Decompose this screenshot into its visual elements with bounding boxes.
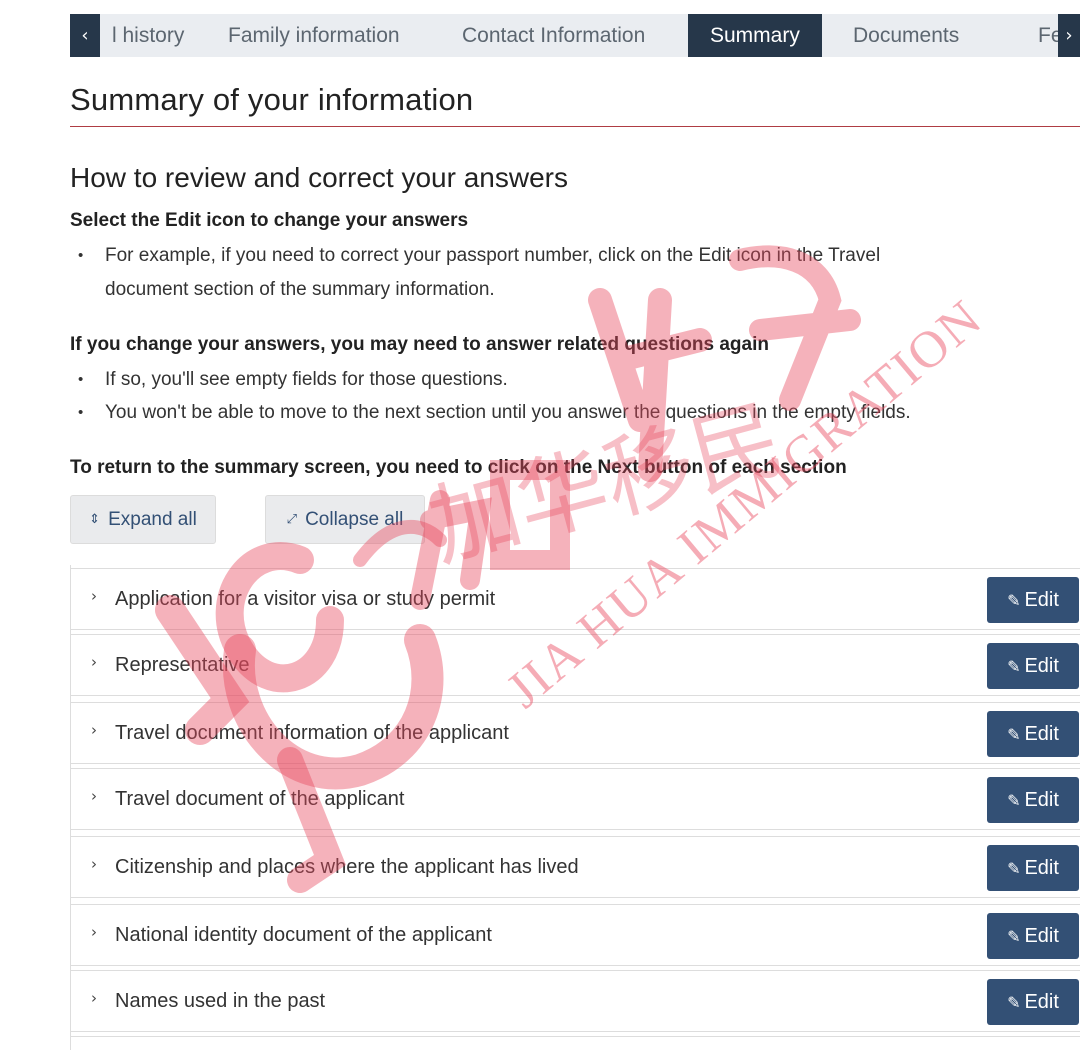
chevron-right-icon: › <box>91 787 97 805</box>
section-row-names-used[interactable]: › Names used in the past ✎ Edit <box>71 970 1080 1032</box>
tab-family-information[interactable]: Family information <box>228 14 400 57</box>
edit-label: Edit <box>1024 788 1059 811</box>
edit-label: Edit <box>1024 722 1059 745</box>
edit-button[interactable]: ✎ Edit <box>987 643 1079 689</box>
collapse-arrows-icon: ⤢ <box>286 512 298 527</box>
chevron-right-icon: › <box>91 989 97 1007</box>
section-label[interactable]: National identity document of the applic… <box>115 905 492 965</box>
section-row-travel-document-information[interactable]: › Travel document information of the app… <box>71 702 1080 764</box>
tab-personal-history[interactable]: l history <box>112 14 184 57</box>
bullet-text: For example, if you need to correct your… <box>105 245 881 266</box>
section-label[interactable]: Travel document of the applicant <box>115 769 404 829</box>
expand-all-button[interactable]: ⇕ Expand all <box>70 495 216 544</box>
section-row-travel-document[interactable]: › Travel document of the applicant ✎ Edit <box>71 768 1080 830</box>
expand-arrows-icon: ⇕ <box>89 512 101 527</box>
edit-label: Edit <box>1024 990 1059 1013</box>
section-label[interactable]: Representative <box>115 635 250 695</box>
pencil-icon: ✎ <box>1007 926 1021 946</box>
tab-summary[interactable]: Summary <box>688 14 822 57</box>
section-label[interactable]: Travel document information of the appli… <box>115 703 509 763</box>
bullet-icon: • <box>78 371 84 388</box>
collapse-all-button[interactable]: ⤢ Collapse all <box>265 495 425 544</box>
section-label[interactable]: Application for a visitor visa or study … <box>115 569 495 629</box>
edit-button[interactable]: ✎ Edit <box>987 979 1079 1025</box>
edit-button[interactable]: ✎ Edit <box>987 711 1079 757</box>
chevron-left-icon: ‹ <box>81 25 89 46</box>
chevron-right-icon: › <box>91 721 97 739</box>
section-tab-bar: ‹ l history Family information Contact I… <box>70 14 1080 57</box>
collapse-all-label: Collapse all <box>305 508 404 530</box>
pencil-icon: ✎ <box>1007 656 1021 676</box>
chevron-right-icon: › <box>91 923 97 941</box>
edit-label: Edit <box>1024 856 1059 879</box>
title-divider <box>70 126 1080 127</box>
chevron-right-icon: › <box>91 855 97 873</box>
section-row-national-identity[interactable]: › National identity document of the appl… <box>71 904 1080 966</box>
edit-button[interactable]: ✎ Edit <box>987 845 1079 891</box>
edit-label: Edit <box>1024 654 1059 677</box>
pencil-icon: ✎ <box>1007 992 1021 1012</box>
tab-documents[interactable]: Documents <box>853 14 959 57</box>
chevron-right-icon: › <box>91 587 97 605</box>
edit-button[interactable]: ✎ Edit <box>987 913 1079 959</box>
edit-button[interactable]: ✎ Edit <box>987 777 1079 823</box>
edit-label: Edit <box>1024 924 1059 947</box>
section-row-representative[interactable]: › Representative ✎ Edit <box>71 634 1080 696</box>
instruction-heading-return: To return to the summary screen, you nee… <box>70 457 847 478</box>
section-row-citizenship[interactable]: › Citizenship and places where the appli… <box>71 836 1080 898</box>
pencil-icon: ✎ <box>1007 790 1021 810</box>
tabs-scroll-left-button[interactable]: ‹ <box>70 14 100 57</box>
bullet-icon: • <box>78 247 84 264</box>
edit-label: Edit <box>1024 588 1059 611</box>
chevron-right-icon: › <box>91 653 97 671</box>
bullet-text: document section of the summary informat… <box>105 279 495 300</box>
section-row-partial[interactable] <box>71 1036 1080 1050</box>
bullet-text: You won't be able to move to the next se… <box>105 402 911 423</box>
page-title: Summary of your information <box>70 82 474 117</box>
summary-section-list: › Application for a visitor visa or stud… <box>70 565 1080 1050</box>
instruction-heading-related-questions: If you change your answers, you may need… <box>70 334 769 355</box>
section-row-application[interactable]: › Application for a visitor visa or stud… <box>71 568 1080 630</box>
section-title: How to review and correct your answers <box>70 162 568 193</box>
expand-all-label: Expand all <box>108 508 197 530</box>
bullet-icon: • <box>78 404 84 421</box>
section-label[interactable]: Names used in the past <box>115 971 325 1031</box>
chevron-right-icon: › <box>1065 25 1073 46</box>
pencil-icon: ✎ <box>1007 724 1021 744</box>
tab-contact-information[interactable]: Contact Information <box>462 14 645 57</box>
edit-button[interactable]: ✎ Edit <box>987 577 1079 623</box>
tabs-scroll-right-button[interactable]: › <box>1058 14 1080 57</box>
pencil-icon: ✎ <box>1007 590 1021 610</box>
pencil-icon: ✎ <box>1007 858 1021 878</box>
bullet-text: If so, you'll see empty fields for those… <box>105 369 508 390</box>
instruction-heading-edit: Select the Edit icon to change your answ… <box>70 210 469 231</box>
section-label[interactable]: Citizenship and places where the applica… <box>115 837 579 897</box>
